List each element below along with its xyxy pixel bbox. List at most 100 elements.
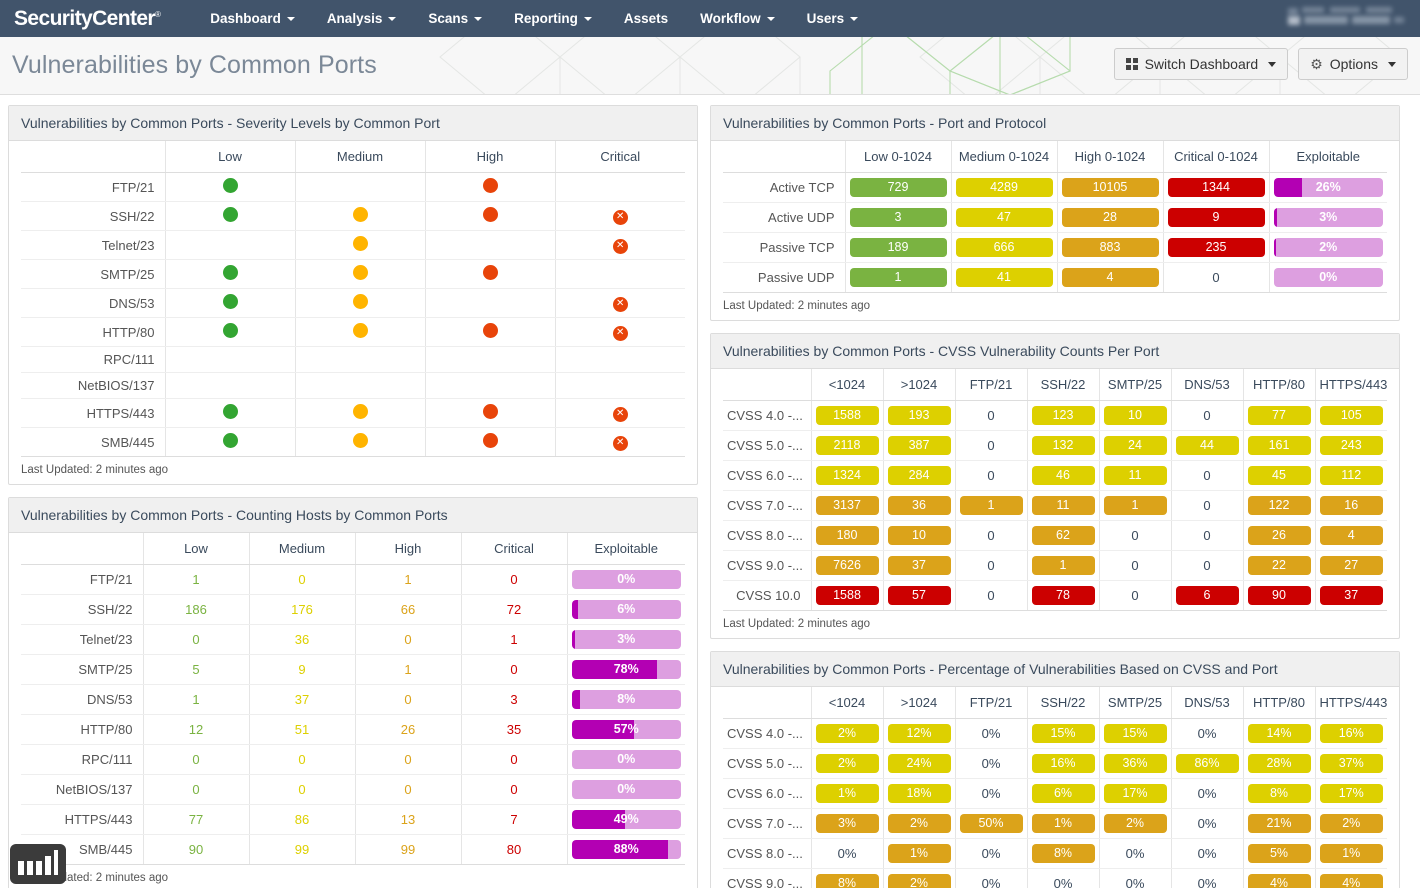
row-label: HTTP/80	[21, 317, 165, 347]
value-badge: 2%	[887, 814, 951, 833]
column-header: Low 0-1024	[844, 141, 951, 173]
cvss-value-cell: 3%	[810, 808, 883, 839]
severity-cell-high	[424, 398, 555, 428]
count-cell-medium: 0	[248, 774, 355, 805]
cvss-value-cell: 10	[882, 520, 955, 551]
table-header-row: Low Medium High Critical	[21, 141, 685, 173]
panel-cvss-percent: Vulnerabilities by Common Ports - Percen…	[710, 651, 1400, 888]
severity-cell-medium	[294, 346, 425, 373]
count-cell-high: 13	[354, 804, 461, 835]
row-label: CVSS 10.0	[723, 580, 811, 611]
table-row: RPC/111	[21, 346, 685, 373]
cvss-value-cell: 86%	[1170, 748, 1243, 779]
cvss-value-cell: 0%	[954, 718, 1027, 749]
options-button[interactable]: ⚙ Options	[1298, 48, 1408, 80]
cvss-value-cell: 161	[1242, 430, 1315, 461]
top-navbar: SecurityCenter® Dashboard Analysis Scans Re…	[0, 0, 1420, 37]
column-header	[723, 369, 811, 401]
row-label: NetBIOS/137	[21, 774, 143, 805]
cvss-value-cell: 3137	[810, 490, 883, 521]
exploitable-cell: 0%	[566, 744, 685, 775]
progress-label: 6%	[617, 602, 636, 616]
value-badge: 36%	[1103, 754, 1167, 773]
nav-item-assets[interactable]: Assets	[608, 0, 684, 37]
cvss-value-cell: 37	[1314, 580, 1387, 611]
row-label: CVSS 7.0 -...	[723, 490, 811, 521]
count-cell-critical: 1	[460, 624, 567, 655]
value-badge: 4	[1319, 526, 1383, 545]
row-label: FTP/21	[21, 564, 143, 595]
nav-item-scans[interactable]: Scans	[412, 0, 498, 37]
count-cell-medium: 36	[248, 624, 355, 655]
nav-item-workflow[interactable]: Workflow	[684, 0, 791, 37]
cvss-value-cell: 1%	[882, 838, 955, 869]
value-badge: 4	[1061, 268, 1159, 287]
cvss-value-cell: 15%	[1098, 718, 1171, 749]
severity-cell-critical: ✕	[554, 230, 685, 260]
exploitable-progress-bar: 49%	[571, 810, 681, 829]
exploitable-progress-bar: 8%	[571, 690, 681, 709]
chevron-down-icon	[766, 16, 775, 21]
value-badge: 1344	[1167, 178, 1265, 197]
app-logo[interactable]: SecurityCenter®	[0, 7, 170, 31]
switch-dashboard-label: Switch Dashboard	[1144, 56, 1259, 72]
severity-dot-low-icon	[222, 433, 238, 448]
row-label: CVSS 5.0 -...	[723, 430, 811, 461]
nav-item-analysis[interactable]: Analysis	[311, 0, 413, 37]
column-header: SMTP/25	[1098, 687, 1171, 719]
cvss-counts-table: <1024 >1024 FTP/21 SSH/22 SMTP/25 DNS/53 HTTP/…	[723, 369, 1387, 611]
cvss-value-cell: 77	[1242, 400, 1315, 431]
table-row: FTP/21 1 0 1 0 0%	[21, 564, 685, 595]
nav-item-users[interactable]: Users	[791, 0, 875, 37]
cvss-percent-table: <1024 >1024 FTP/21 SSH/22 SMTP/25 DNS/53 HTTP/…	[723, 687, 1387, 888]
severity-cell-high	[424, 372, 555, 399]
row-label: RPC/111	[21, 346, 165, 373]
table-row: CVSS 10.0 1588 57 0 78 0 6 90 37	[723, 580, 1387, 611]
cvss-value-cell: 50%	[954, 808, 1027, 839]
cvss-value-cell: 8%	[1242, 778, 1315, 809]
nav-item-dashboard[interactable]: Dashboard	[194, 0, 311, 37]
column-header: FTP/21	[954, 687, 1027, 719]
cvss-value-cell: 1	[954, 490, 1027, 521]
value-badge: 2%	[815, 724, 879, 743]
column-header: <1024	[810, 369, 883, 401]
row-label: CVSS 9.0 -...	[723, 868, 811, 888]
exploitable-cell: 2%	[1268, 232, 1387, 263]
value-badge: 28%	[1247, 754, 1311, 773]
value-badge: 729	[849, 178, 947, 197]
exploitable-progress-bar: 6%	[571, 600, 681, 619]
metric-cell-high: 883	[1056, 232, 1163, 263]
cvss-value-cell: 37	[882, 550, 955, 581]
switch-dashboard-button[interactable]: Switch Dashboard	[1113, 48, 1289, 80]
chart-bars-icon[interactable]	[10, 844, 66, 884]
value-badge: 62	[1031, 526, 1095, 545]
count-cell-medium: 176	[248, 594, 355, 625]
page-title: Vulnerabilities by Common Ports	[12, 51, 377, 79]
value-badge: 16%	[1031, 754, 1095, 773]
value-badge: 78	[1031, 586, 1095, 605]
cvss-value-cell: 2%	[882, 868, 955, 888]
cvss-value-cell: 24%	[882, 748, 955, 779]
nav-item-reporting[interactable]: Reporting	[498, 0, 608, 37]
severity-cell-critical: ✕	[554, 317, 685, 347]
severity-dot-high-icon	[482, 265, 498, 280]
row-label: HTTPS/443	[21, 398, 165, 428]
cvss-value-cell: 193	[882, 400, 955, 431]
count-cell-high: 0	[354, 624, 461, 655]
cvss-value-cell: 17%	[1314, 778, 1387, 809]
severity-critical-x-icon: ✕	[612, 435, 628, 451]
table-row: SMTP/25	[21, 259, 685, 289]
exploitable-progress-bar: 26%	[1273, 178, 1383, 197]
severity-cell-low	[164, 201, 295, 231]
row-label: DNS/53	[21, 684, 143, 715]
table-row: NetBIOS/137	[21, 372, 685, 399]
exploitable-cell: 57%	[566, 714, 685, 745]
user-account-blurred[interactable]	[1288, 7, 1406, 26]
severity-dot-low-icon	[222, 207, 238, 222]
value-badge: 17%	[1103, 784, 1167, 803]
severity-cell-high	[424, 346, 555, 373]
value-badge: 1	[959, 496, 1023, 515]
column-header: HTTPS/443	[1314, 369, 1387, 401]
chevron-down-icon	[388, 16, 397, 21]
metric-cell-critical: 1344	[1162, 172, 1269, 203]
